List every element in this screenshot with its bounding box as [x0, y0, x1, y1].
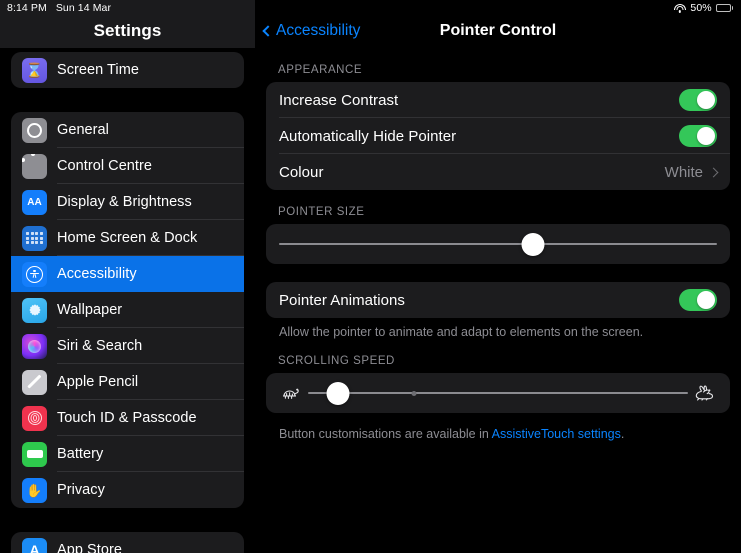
- pencil-icon: [22, 369, 47, 395]
- sidebar-item-app-store[interactable]: A App Store: [11, 532, 244, 553]
- pointer-size-slider[interactable]: [279, 232, 717, 256]
- row-label: Pointer Animations: [279, 291, 405, 309]
- row-label: Colour: [279, 163, 324, 181]
- sidebar-item-label: Apple Pencil: [57, 374, 139, 390]
- assistivetouch-settings-link[interactable]: AssistiveTouch settings: [492, 427, 621, 441]
- detail-pane: Accessibility Pointer Control Appearance…: [255, 0, 741, 553]
- appearance-section-label: Appearance: [278, 64, 363, 76]
- colour-value: White: [664, 163, 703, 181]
- sidebar-item-label: App Store: [57, 542, 122, 553]
- row-increase-contrast[interactable]: Increase Contrast: [266, 82, 730, 118]
- sliders-icon: [22, 153, 47, 179]
- sidebar-item-home-screen-dock[interactable]: Home Screen & Dock: [11, 220, 244, 256]
- sidebar-item-label: Wallpaper: [57, 302, 123, 318]
- text-size-icon: AA: [22, 189, 47, 215]
- assistivetouch-footnote: Button customisations are available in A…: [266, 413, 730, 443]
- sidebar-item-screen-time[interactable]: ⌛ Screen Time: [11, 52, 244, 88]
- auto-hide-pointer-toggle[interactable]: [679, 125, 717, 147]
- sidebar-group-2: General Control Centre AA Display & Brig…: [11, 112, 244, 508]
- chevron-left-icon: [262, 25, 274, 37]
- flower-icon: [22, 297, 47, 323]
- increase-contrast-toggle[interactable]: [679, 89, 717, 111]
- app-store-icon: A: [22, 537, 47, 553]
- row-pointer-animations[interactable]: Pointer Animations: [266, 282, 730, 318]
- settings-sidebar: Settings ⌛ Screen Time General Control C…: [0, 0, 255, 553]
- appearance-card: Increase Contrast Automatically Hide Poi…: [266, 82, 730, 190]
- back-button[interactable]: Accessibility: [262, 22, 361, 40]
- sidebar-scroll-area[interactable]: ⌛ Screen Time General Control Centre AA …: [0, 48, 255, 553]
- sidebar-item-label: Display & Brightness: [57, 194, 192, 210]
- sidebar-item-touch-id-passcode[interactable]: Touch ID & Passcode: [11, 400, 244, 436]
- tortoise-icon: [279, 386, 303, 400]
- battery-icon: [715, 4, 733, 12]
- sidebar-item-label: Control Centre: [57, 158, 152, 174]
- battery-icon: [22, 441, 47, 467]
- row-label: Increase Contrast: [279, 91, 399, 109]
- status-date: Sun 14 Mar: [55, 2, 112, 14]
- status-bar-right: 50%: [673, 2, 741, 14]
- status-time: 8:14 PM: [7, 2, 47, 14]
- row-label: Automatically Hide Pointer: [279, 127, 457, 145]
- slider-tick: [411, 390, 417, 396]
- scrolling-speed-slider[interactable]: [308, 381, 688, 405]
- hourglass-icon: ⌛: [22, 57, 47, 83]
- sidebar-item-display-brightness[interactable]: AA Display & Brightness: [11, 184, 244, 220]
- wifi-icon: [673, 3, 686, 13]
- hare-icon: [693, 385, 717, 401]
- detail-content: Appearance Increase Contrast Automatical…: [255, 48, 741, 443]
- chevron-right-icon: [708, 167, 719, 177]
- row-colour[interactable]: Colour White: [266, 154, 730, 190]
- fingerprint-icon: [22, 405, 47, 431]
- sidebar-item-label: Accessibility: [57, 266, 137, 282]
- scrolling-speed-section-label: Scrolling Speed: [278, 355, 395, 367]
- sidebar-item-battery[interactable]: Battery: [11, 436, 244, 472]
- sidebar-item-general[interactable]: General: [11, 112, 244, 148]
- slider-thumb[interactable]: [326, 381, 350, 405]
- sidebar-item-label: General: [57, 122, 109, 138]
- scrolling-speed-card: [266, 373, 730, 413]
- app-grid-icon: [22, 225, 47, 251]
- pointer-size-card: [266, 224, 730, 264]
- footnote-prefix: Button customisations are available in: [279, 427, 492, 441]
- sidebar-item-label: Privacy: [57, 482, 105, 498]
- battery-percent-label: 50%: [690, 2, 712, 14]
- accessibility-icon: [22, 261, 47, 287]
- pointer-animations-toggle[interactable]: [679, 289, 717, 311]
- sidebar-group-3: A App Store: [11, 532, 244, 553]
- slider-track: [308, 391, 688, 395]
- hand-icon: ✋: [22, 477, 47, 503]
- slider-thumb[interactable]: [521, 232, 545, 256]
- sidebar-item-label: Screen Time: [57, 62, 139, 78]
- slider-track: [279, 242, 717, 246]
- back-button-label: Accessibility: [276, 22, 361, 39]
- gear-icon: [22, 117, 47, 143]
- pointer-animations-description: Allow the pointer to animate and adapt t…: [279, 325, 644, 339]
- sidebar-item-apple-pencil[interactable]: Apple Pencil: [11, 364, 244, 400]
- sidebar-title: Settings: [93, 21, 162, 40]
- pointer-size-section-label: Pointer Size: [278, 206, 365, 218]
- pointer-animations-card: Pointer Animations: [266, 282, 730, 318]
- row-automatically-hide-pointer[interactable]: Automatically Hide Pointer: [266, 118, 730, 154]
- sidebar-item-label: Battery: [57, 446, 104, 462]
- sidebar-item-wallpaper[interactable]: Wallpaper: [11, 292, 244, 328]
- sidebar-item-label: Home Screen & Dock: [57, 230, 198, 246]
- status-bar: 8:14 PM Sun 14 Mar 50%: [0, 0, 741, 16]
- sidebar-group-1: ⌛ Screen Time: [11, 52, 244, 88]
- sidebar-item-control-centre[interactable]: Control Centre: [11, 148, 244, 184]
- status-bar-left: 8:14 PM Sun 14 Mar: [0, 2, 111, 14]
- sidebar-item-label: Touch ID & Passcode: [57, 410, 197, 426]
- sidebar-item-accessibility[interactable]: Accessibility: [11, 256, 244, 292]
- ipad-settings-screen: 8:14 PM Sun 14 Mar 50% Settings ⌛ Screen…: [0, 0, 741, 553]
- sidebar-item-privacy[interactable]: ✋ Privacy: [11, 472, 244, 508]
- footnote-suffix: .: [620, 427, 625, 441]
- sidebar-item-label: Siri & Search: [57, 338, 143, 354]
- sidebar-item-siri-search[interactable]: Siri & Search: [11, 328, 244, 364]
- siri-orb-icon: [22, 333, 47, 359]
